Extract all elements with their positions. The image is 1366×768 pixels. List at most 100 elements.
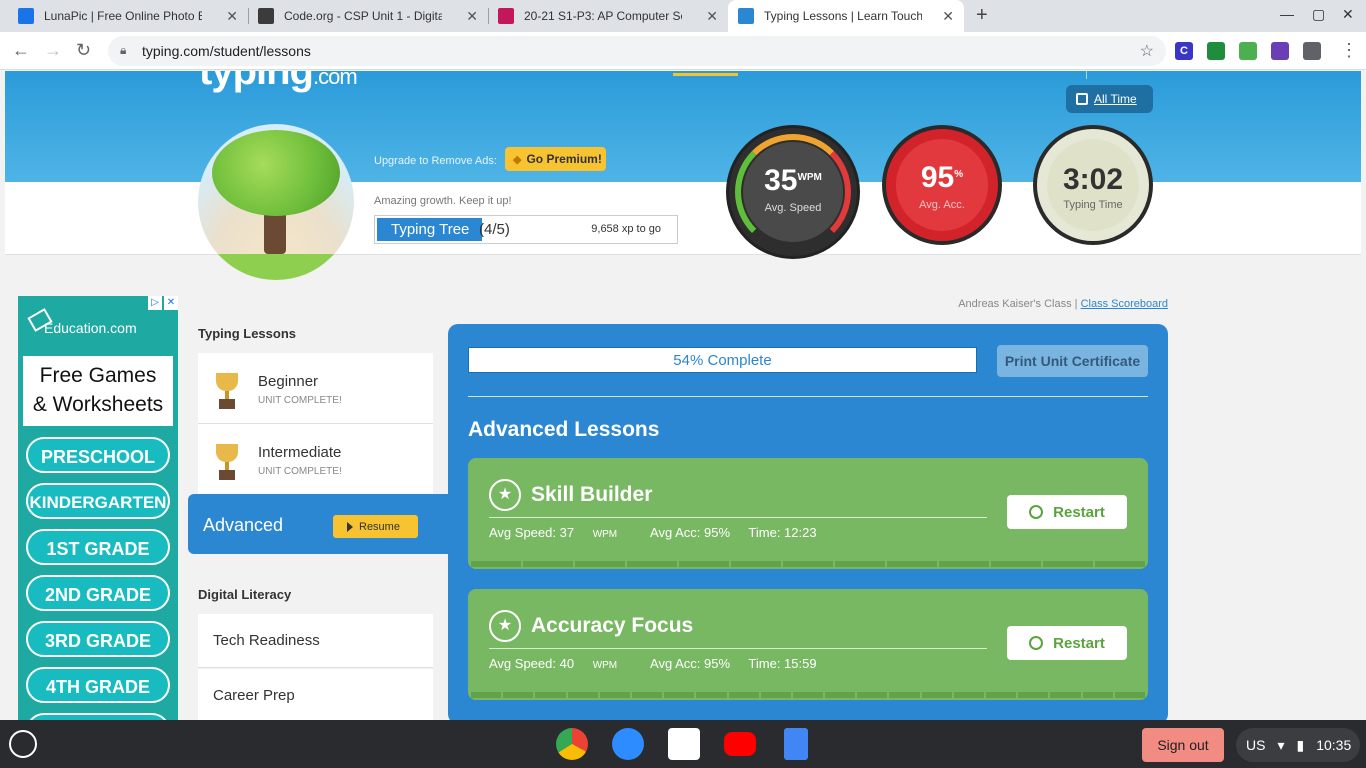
progress-segment	[792, 692, 824, 698]
extension-c-icon[interactable]: C	[1175, 42, 1193, 60]
unit-intermediate[interactable]: Intermediate UNIT COMPLETE!	[198, 424, 433, 495]
class-scoreboard-link[interactable]: Class Scoreboard	[1081, 298, 1168, 310]
progress-segment	[1114, 692, 1145, 698]
ad-grade-button[interactable]: 1ST GRADE	[26, 529, 170, 565]
lesson-accuracy: Avg Acc: 95%	[650, 656, 731, 671]
launcher-icon[interactable]	[9, 730, 37, 758]
extensions-puzzle-icon[interactable]	[1303, 42, 1321, 60]
back-arrow-icon[interactable]: ←	[12, 40, 30, 61]
close-tab-icon[interactable]: ✕	[942, 8, 954, 25]
ad-grade-button[interactable]: KINDERGARTEN	[26, 483, 170, 519]
extension-classroom-icon[interactable]	[1207, 42, 1225, 60]
classroom-favicon-icon	[498, 8, 514, 24]
chrome-app-icon[interactable]	[556, 728, 588, 760]
extension-cube-icon[interactable]	[1271, 42, 1289, 60]
progress-segment	[679, 561, 729, 567]
extension-frog-icon[interactable]	[1239, 42, 1257, 60]
unit-career-prep[interactable]: Career Prep	[198, 669, 433, 720]
ad-grade-button[interactable]: PRESCHOOL	[26, 437, 170, 473]
address-bar[interactable]: 🔒︎ typing.com/student/lessons ☆	[108, 36, 1166, 66]
education-ad[interactable]: Education.com ▷ ✕ Free Games & Worksheet…	[18, 296, 178, 720]
youtube-app-icon[interactable]	[724, 732, 756, 756]
ad-grade-button[interactable]: 2ND GRADE	[26, 575, 170, 611]
typing-lessons-heading: Typing Lessons	[198, 326, 296, 341]
resume-button[interactable]: Resume	[333, 515, 418, 538]
time-label: Typing Time	[1063, 199, 1123, 211]
tab-typing-active[interactable]: Typing Lessons | Learn Touch Ty ✕	[728, 0, 964, 32]
minimize-window-icon[interactable]: —	[1280, 6, 1294, 22]
play-icon	[347, 521, 353, 532]
zoom-app-icon[interactable]	[612, 728, 644, 760]
star-badge-icon: ★	[489, 610, 521, 642]
unit-name: Advanced	[203, 515, 284, 535]
progress-segment	[731, 561, 781, 567]
restart-label: Restart	[1053, 634, 1105, 652]
tab-classroom[interactable]: 20-21 S1-P3: AP Computer Scien ✕	[488, 0, 728, 32]
progress-segment	[631, 692, 663, 698]
unit-beginner[interactable]: Beginner UNIT COMPLETE!	[198, 353, 433, 424]
unit-progress-label: 54% Complete	[673, 352, 772, 369]
typing-tree-avatar	[198, 124, 354, 280]
progress-segment	[471, 692, 502, 698]
restart-button[interactable]: Restart	[1007, 495, 1127, 529]
close-window-icon[interactable]: ✕	[1342, 6, 1354, 23]
typing-logo[interactable]: typing.com	[199, 71, 358, 94]
restart-button[interactable]: Restart	[1007, 626, 1127, 660]
ad-choices-icon[interactable]: ▷	[148, 296, 162, 310]
xp-progress-bar: Typing Tree (4/5) 9,658 xp to go	[374, 215, 678, 244]
ad-grade-button-partial[interactable]	[26, 713, 170, 720]
diamond-icon: ◆	[513, 153, 522, 166]
close-tab-icon[interactable]: ✕	[466, 8, 478, 25]
lesson-card[interactable]: ★ Accuracy Focus Avg Speed: 40 WPM Avg A…	[468, 589, 1148, 700]
sign-out-button[interactable]: Sign out	[1142, 728, 1224, 762]
bookmark-star-icon[interactable]: ☆	[1140, 41, 1154, 61]
new-tab-plus-icon[interactable]: +	[976, 4, 988, 27]
tab-code-org[interactable]: Code.org - CSP Unit 1 - Digital In ✕	[248, 0, 488, 32]
all-time-button[interactable]: All Time	[1066, 85, 1153, 113]
reload-icon[interactable]: ↻	[76, 40, 91, 61]
lesson-stats: Avg Speed: 37 WPM Avg Acc: 95% Time: 12:…	[489, 525, 832, 540]
forward-arrow-icon[interactable]: →	[44, 40, 62, 61]
resume-label: Resume	[359, 520, 400, 533]
chrome-menu-icon[interactable]: ⋮	[1340, 40, 1358, 61]
print-certificate-button[interactable]: Print Unit Certificate	[997, 345, 1148, 377]
progress-segment	[1095, 561, 1145, 567]
docs-app-icon[interactable]	[784, 728, 808, 760]
gold-trophy-icon	[216, 373, 238, 411]
ad-grade-button[interactable]: 4TH GRADE	[26, 667, 170, 703]
tab-lunapic[interactable]: LunaPic | Free Online Photo Edit ✕	[8, 0, 248, 32]
close-tab-icon[interactable]: ✕	[226, 8, 238, 25]
progress-segment	[991, 561, 1041, 567]
lesson-card[interactable]: ★ Skill Builder Avg Speed: 37 WPM Avg Ac…	[468, 458, 1148, 569]
class-separator: |	[1074, 298, 1078, 310]
status-tray[interactable]: US ▾ ▮ 10:35	[1236, 728, 1360, 762]
ad-close-icon[interactable]: ✕	[164, 296, 178, 310]
lesson-speed-value: Avg Speed: 37	[489, 525, 575, 540]
ad-grade-button[interactable]: 3RD GRADE	[26, 621, 170, 657]
speed-label: Avg. Speed	[764, 202, 822, 214]
gmail-app-icon[interactable]	[668, 728, 700, 760]
tab-strip: LunaPic | Free Online Photo Edit ✕ Code.…	[0, 0, 1366, 32]
progress-segment	[471, 561, 521, 567]
progress-segment	[1082, 692, 1113, 698]
tab-title: 20-21 S1-P3: AP Computer Scien	[524, 9, 682, 23]
wifi-icon: ▾	[1277, 736, 1285, 753]
unit-tech-readiness[interactable]: Tech Readiness	[198, 614, 433, 668]
lesson-accuracy: Avg Acc: 95%	[650, 525, 731, 540]
go-premium-button[interactable]: ◆ Go Premium!	[505, 147, 606, 171]
unit-status: UNIT COMPLETE!	[258, 395, 342, 406]
close-tab-icon[interactable]: ✕	[706, 8, 718, 25]
progress-segment	[599, 692, 630, 698]
lesson-speed: Avg Speed: 40 WPM	[489, 656, 632, 671]
accuracy-value: 95	[920, 161, 955, 194]
advanced-lessons-panel: 54% Complete Print Unit Certificate Adva…	[448, 324, 1168, 720]
maximize-window-icon[interactable]: ▢	[1312, 6, 1325, 23]
unit-status: UNIT COMPLETE!	[258, 466, 342, 477]
lock-icon: 🔒︎	[120, 43, 127, 57]
typing-page: typing.com All Time Upgrade to Remove Ad…	[5, 71, 1361, 720]
unit-advanced-active[interactable]: Advanced Resume	[188, 494, 458, 554]
progress-segment	[567, 692, 598, 698]
clock: 10:35	[1316, 737, 1352, 753]
input-locale: US	[1246, 737, 1266, 753]
logo-main: typing	[199, 71, 314, 93]
